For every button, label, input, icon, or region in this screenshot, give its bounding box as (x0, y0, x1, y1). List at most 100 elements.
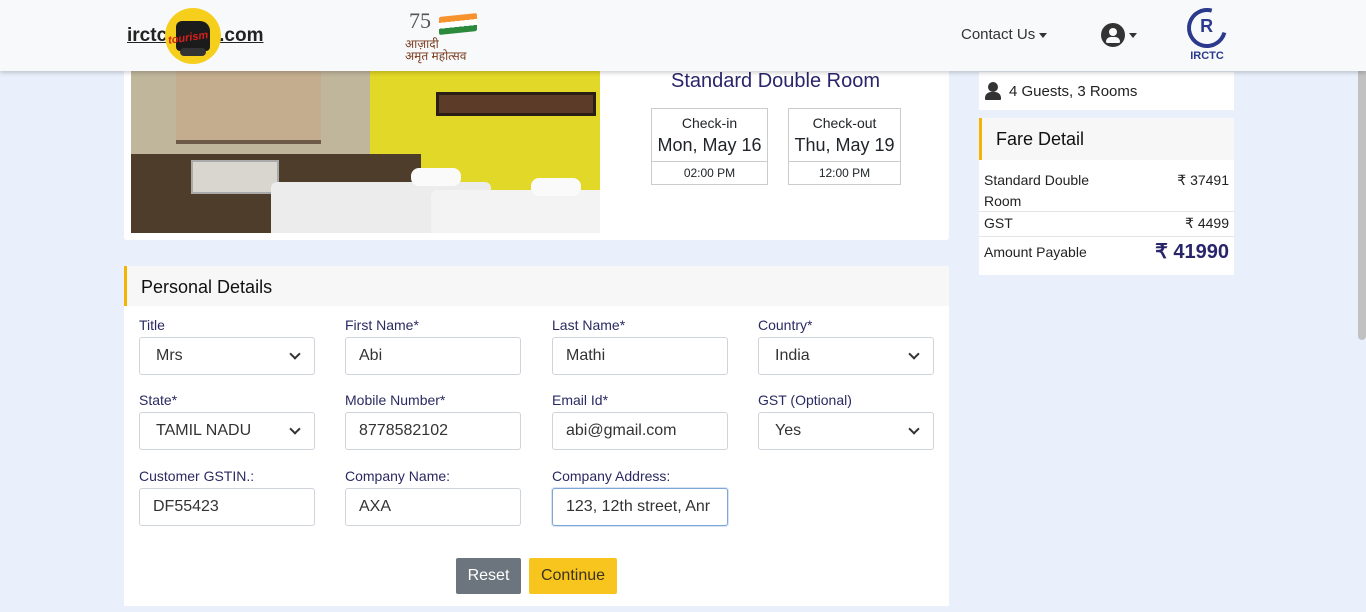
chevron-down-icon (289, 348, 301, 360)
mobile-input[interactable]: 8778582102 (345, 412, 521, 450)
first-name-field: First Name* Abi (345, 317, 521, 375)
fare-detail-card: Fare Detail Standard Double Room ₹ 37491… (979, 118, 1234, 275)
email-field: Email Id* abi@gmail.com (552, 392, 728, 450)
company-name-input[interactable]: AXA (345, 488, 521, 526)
fare-room-amount: ₹ 37491 (1177, 172, 1229, 188)
reset-button[interactable]: Reset (456, 558, 521, 594)
personal-details-title: Personal Details (141, 277, 273, 297)
company-address-value: 123, 12th street, Anr (566, 498, 711, 515)
irctc-tourism-logo[interactable]: irctc tourism .com (127, 8, 264, 64)
mobile-field: Mobile Number* 8778582102 (345, 392, 521, 450)
fare-detail-header: Fare Detail (979, 118, 1234, 160)
chevron-down-icon (289, 423, 301, 435)
mobile-value: 8778582102 (359, 422, 448, 439)
state-select-value: TAMIL NADU (156, 422, 252, 439)
train-logo-icon: tourism (165, 8, 222, 64)
flag-icon (439, 13, 477, 35)
azadi-number: 75 (409, 8, 431, 33)
country-select-value: India (775, 347, 810, 364)
caret-down-icon (1039, 32, 1048, 38)
country-field: Country* India (758, 317, 934, 375)
user-icon (985, 82, 1001, 100)
fare-row-gst: GST ₹ 4499 (984, 215, 1229, 231)
company-address-field: Company Address: 123, 12th street, Anr (552, 468, 728, 526)
last-name-field: Last Name* Mathi (552, 317, 728, 375)
last-name-label: Last Name* (552, 317, 626, 333)
checkin-date: Mon, May 16 (657, 135, 762, 155)
fare-room-label-line2: Room (984, 193, 1022, 209)
country-select[interactable]: India (758, 337, 934, 375)
room-summary-card: Standard Double Room Check-in Mon, May 1… (124, 58, 949, 240)
company-name-value: AXA (359, 498, 392, 515)
gst-label: GST (Optional) (758, 392, 852, 408)
checkout-time: 12:00 PM (789, 161, 900, 184)
azadi-ka-amrit-mahotsav-logo: 75 आज़ादी अमृत महोत्सव (405, 8, 485, 62)
fare-payable-amount: ₹ 41990 (1155, 241, 1229, 263)
chevron-down-icon (908, 423, 920, 435)
fare-row-payable: Amount Payable ₹ 41990 (984, 241, 1229, 263)
checkin-label: Check-in (681, 115, 738, 131)
company-address-label: Company Address: (552, 468, 671, 484)
gstin-label: Customer GSTIN.: (139, 468, 255, 484)
personal-details-card: Personal Details Title Mrs First Name* A… (124, 266, 949, 606)
irctc-emblem-icon: R (1179, 0, 1235, 56)
first-name-input[interactable]: Abi (345, 337, 521, 375)
caret-down-icon (1129, 32, 1137, 38)
title-select[interactable]: Mrs (139, 337, 315, 375)
top-navbar: irctc tourism .com 75 आज़ादी अमृत महोत्स… (0, 0, 1366, 71)
logo-text-left: irctc (127, 25, 168, 46)
checkout-date: Thu, May 19 (794, 135, 895, 155)
company-address-input[interactable]: 123, 12th street, Anr (552, 488, 728, 526)
checkout-label: Check-out (812, 115, 877, 131)
company-name-field: Company Name: AXA (345, 468, 521, 526)
last-name-value: Mathi (566, 347, 606, 364)
fare-gst-amount: ₹ 4499 (1185, 215, 1229, 231)
continue-button[interactable]: Continue (529, 558, 617, 594)
azadi-text-line2: अमृत महोत्सव (405, 49, 467, 63)
email-input[interactable]: abi@gmail.com (552, 412, 728, 450)
country-label: Country* (758, 317, 813, 333)
first-name-label: First Name* (345, 317, 419, 333)
gstin-value: DF55423 (153, 498, 219, 515)
title-select-value: Mrs (156, 347, 183, 364)
fare-gst-label: GST (984, 215, 1013, 231)
checkin-time: 02:00 PM (652, 161, 767, 184)
fare-payable-label: Amount Payable (984, 244, 1087, 260)
contact-us-label: Contact Us (961, 26, 1036, 43)
gstin-input[interactable]: DF55423 (139, 488, 315, 526)
fare-detail-title: Fare Detail (996, 129, 1085, 149)
irctc-logo-text: IRCTC (1190, 50, 1224, 62)
email-label: Email Id* (552, 392, 609, 408)
checkout-box: Check-out Thu, May 19 12:00 PM (788, 108, 901, 185)
user-menu-dropdown[interactable] (1101, 23, 1137, 47)
personal-details-header: Personal Details (124, 266, 949, 306)
logo-text-right: .com (219, 25, 264, 46)
fare-row-room: Standard Double Room ₹ 37491 (984, 170, 1229, 212)
room-type-title: Standard Double Room (671, 70, 881, 92)
title-label: Title (139, 317, 165, 333)
gst-field: GST (Optional) Yes (758, 392, 934, 450)
mobile-label: Mobile Number* (345, 392, 446, 408)
state-select[interactable]: TAMIL NADU (139, 412, 315, 450)
last-name-input[interactable]: Mathi (552, 337, 728, 375)
company-name-label: Company Name: (345, 468, 451, 484)
email-value: abi@gmail.com (566, 422, 677, 439)
gst-select-value: Yes (775, 422, 802, 439)
state-field: State* TAMIL NADU (139, 392, 315, 450)
guests-rooms-text: 4 Guests, 3 Rooms (1009, 82, 1138, 100)
gst-select[interactable]: Yes (758, 412, 934, 450)
state-label: State* (139, 392, 178, 408)
irctc-logo[interactable]: R IRCTC (1179, 0, 1235, 64)
azadi-text: आज़ादी अमृत महोत्सव (405, 38, 466, 62)
user-circle-icon (1101, 23, 1125, 47)
first-name-value: Abi (359, 347, 383, 364)
guests-rooms-summary: 4 Guests, 3 Rooms (979, 72, 1234, 110)
title-field: Title Mrs (139, 317, 315, 375)
fare-room-label-line1: Standard Double (984, 172, 1090, 188)
chevron-down-icon (908, 348, 920, 360)
checkin-box: Check-in Mon, May 16 02:00 PM (651, 108, 768, 185)
room-photo (131, 70, 600, 233)
page-scrollbar[interactable] (1358, 62, 1366, 340)
gstin-field: Customer GSTIN.: DF55423 (139, 468, 315, 526)
contact-us-dropdown[interactable]: Contact Us (961, 26, 1048, 43)
